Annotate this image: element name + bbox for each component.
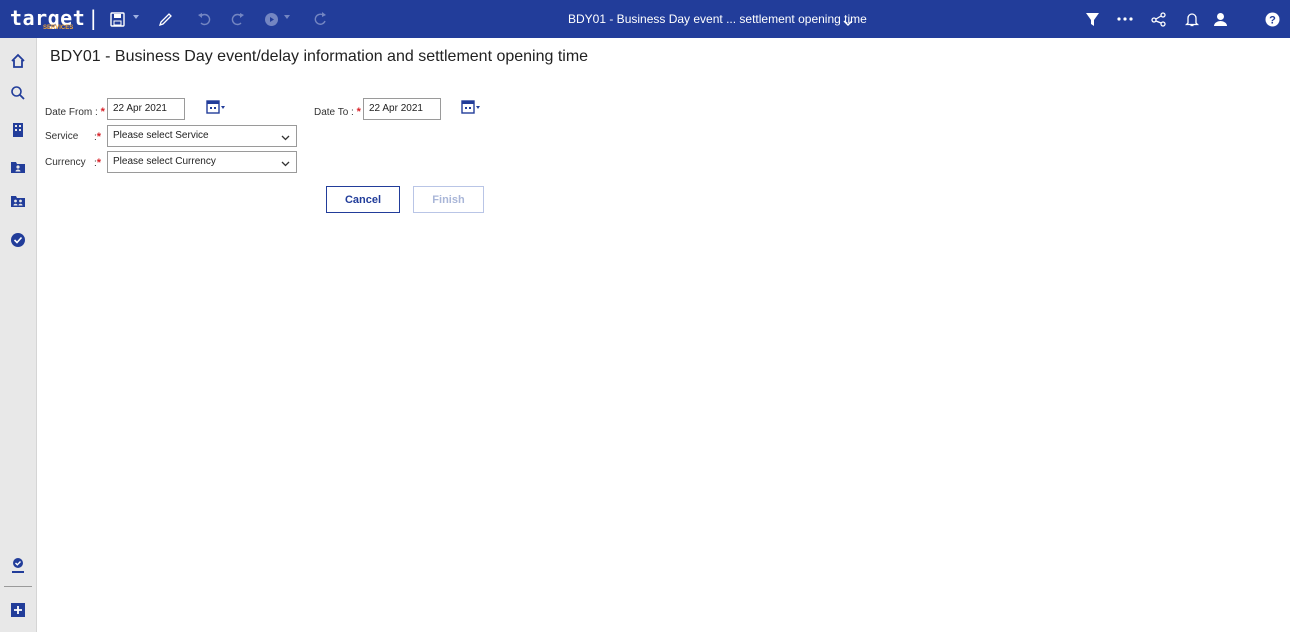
required-marker: * bbox=[356, 106, 361, 118]
folder-people-icon[interactable] bbox=[9, 192, 27, 210]
date-from-calendar-button[interactable] bbox=[206, 99, 228, 119]
filter-icon[interactable] bbox=[1085, 11, 1100, 27]
required-marker: * bbox=[96, 131, 102, 143]
date-to-label-text: Date To : bbox=[314, 107, 354, 118]
add-icon[interactable] bbox=[9, 601, 27, 619]
date-from-label-text: Date From : bbox=[45, 107, 98, 118]
share-icon[interactable] bbox=[1151, 11, 1167, 27]
svg-text:?: ? bbox=[1269, 14, 1276, 26]
currency-select[interactable]: Please select Currency bbox=[107, 151, 297, 173]
edit-icon[interactable] bbox=[158, 11, 173, 27]
calendar-icon bbox=[206, 99, 226, 119]
service-label: Service bbox=[45, 131, 79, 142]
undo-icon[interactable] bbox=[197, 11, 213, 27]
date-from-field[interactable]: 22 Apr 2021 bbox=[107, 98, 185, 120]
record-dropdown-icon[interactable] bbox=[284, 15, 290, 19]
user-badge-icon[interactable] bbox=[9, 556, 27, 574]
date-to-calendar-button[interactable] bbox=[461, 99, 483, 119]
calendar-icon bbox=[461, 99, 481, 119]
save-icon[interactable] bbox=[110, 11, 125, 27]
brand-logo[interactable]: target | SERVICES bbox=[10, 6, 100, 32]
more-icon[interactable] bbox=[1117, 11, 1133, 27]
sidebar-separator bbox=[4, 586, 32, 587]
help-icon[interactable]: ? bbox=[1265, 11, 1280, 27]
folder-person-icon[interactable] bbox=[9, 158, 27, 176]
sidebar bbox=[0, 38, 37, 632]
window-title[interactable]: BDY01 - Business Day event ... settlemen… bbox=[568, 12, 867, 26]
service-required: :* bbox=[94, 131, 101, 143]
refresh-icon[interactable] bbox=[314, 11, 328, 27]
chevron-down-icon bbox=[281, 159, 290, 170]
redo-icon[interactable] bbox=[229, 11, 245, 27]
date-to-label: Date To : * bbox=[314, 106, 361, 118]
home-icon[interactable] bbox=[9, 52, 27, 70]
date-from-label: Date From : * bbox=[45, 106, 105, 118]
currency-required: :* bbox=[94, 157, 101, 169]
required-marker: * bbox=[96, 157, 102, 169]
record-icon[interactable] bbox=[264, 11, 279, 27]
currency-label: Currency bbox=[45, 157, 86, 168]
date-to-field[interactable]: 22 Apr 2021 bbox=[363, 98, 441, 120]
chevron-down-icon[interactable] bbox=[843, 14, 853, 32]
user-icon[interactable] bbox=[1213, 11, 1228, 27]
required-marker: * bbox=[100, 106, 105, 118]
cancel-button[interactable]: Cancel bbox=[326, 186, 400, 213]
chevron-down-icon bbox=[281, 133, 290, 144]
top-bar: target | SERVICES BDY01 - Business Day ev… bbox=[0, 0, 1290, 38]
bell-icon[interactable] bbox=[1185, 11, 1199, 27]
finish-button[interactable]: Finish bbox=[413, 186, 484, 213]
page-title: BDY01 - Business Day event/delay informa… bbox=[50, 48, 589, 65]
check-circle-icon[interactable] bbox=[9, 231, 27, 249]
service-select-value: Please select Service bbox=[113, 130, 209, 141]
search-icon[interactable] bbox=[9, 84, 27, 102]
building-icon[interactable] bbox=[9, 121, 27, 139]
save-dropdown-icon[interactable] bbox=[133, 15, 139, 19]
currency-select-value: Please select Currency bbox=[113, 156, 216, 167]
brand-sub: SERVICES bbox=[43, 25, 74, 31]
service-select[interactable]: Please select Service bbox=[107, 125, 297, 147]
